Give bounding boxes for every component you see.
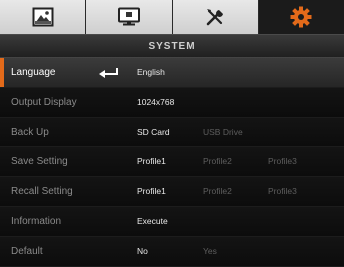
settings-list: Language English Output Display 1024x768…	[0, 58, 344, 267]
option-profile1[interactable]: Profile1	[137, 147, 166, 177]
image-icon	[32, 7, 54, 27]
row-label: Output Display	[11, 96, 77, 108]
row-recall-setting[interactable]: Recall Setting Profile1 Profile2 Profile…	[0, 177, 344, 207]
gear-icon	[290, 6, 312, 28]
row-label: Language	[11, 67, 56, 78]
option-profile3[interactable]: Profile3	[268, 177, 297, 207]
row-save-setting[interactable]: Save Setting Profile1 Profile2 Profile3	[0, 147, 344, 178]
option-profile3[interactable]: Profile3	[268, 147, 297, 177]
option-profile2[interactable]: Profile2	[203, 177, 232, 207]
tab-tools[interactable]	[172, 0, 259, 34]
row-label: Save Setting	[11, 156, 68, 168]
option-usb-drive[interactable]: USB Drive	[203, 118, 243, 148]
option-english[interactable]: English	[137, 58, 165, 88]
osd-menu: SYSTEM Language English Output Display 1…	[0, 0, 344, 267]
option-profile2[interactable]: Profile2	[203, 147, 232, 177]
row-label: Default	[11, 245, 43, 257]
option-yes[interactable]: Yes	[203, 237, 217, 267]
option-execute[interactable]: Execute	[137, 207, 168, 237]
row-label: Information	[11, 215, 62, 227]
row-output-display[interactable]: Output Display 1024x768	[0, 87, 344, 118]
row-label: Back Up	[11, 126, 49, 138]
tab-display[interactable]	[86, 0, 173, 34]
option-resolution[interactable]: 1024x768	[137, 88, 174, 118]
menu-tab-bar	[0, 0, 344, 35]
row-back-up[interactable]: Back Up SD Card USB Drive	[0, 117, 344, 148]
option-sd-card[interactable]: SD Card	[137, 118, 170, 148]
tab-image[interactable]	[0, 0, 87, 34]
row-label: Recall Setting	[11, 186, 73, 198]
selection-accent	[0, 58, 4, 87]
tab-system[interactable]	[258, 0, 344, 34]
row-language[interactable]: Language English	[0, 58, 344, 88]
option-profile1[interactable]: Profile1	[137, 177, 166, 207]
menu-title: SYSTEM	[0, 35, 344, 58]
display-icon	[117, 7, 140, 26]
tools-icon	[206, 9, 224, 26]
option-no[interactable]: No	[137, 237, 148, 267]
row-default[interactable]: Default No Yes	[0, 236, 344, 267]
enter-arrow-icon	[99, 68, 118, 78]
row-information[interactable]: Information Execute	[0, 206, 344, 237]
